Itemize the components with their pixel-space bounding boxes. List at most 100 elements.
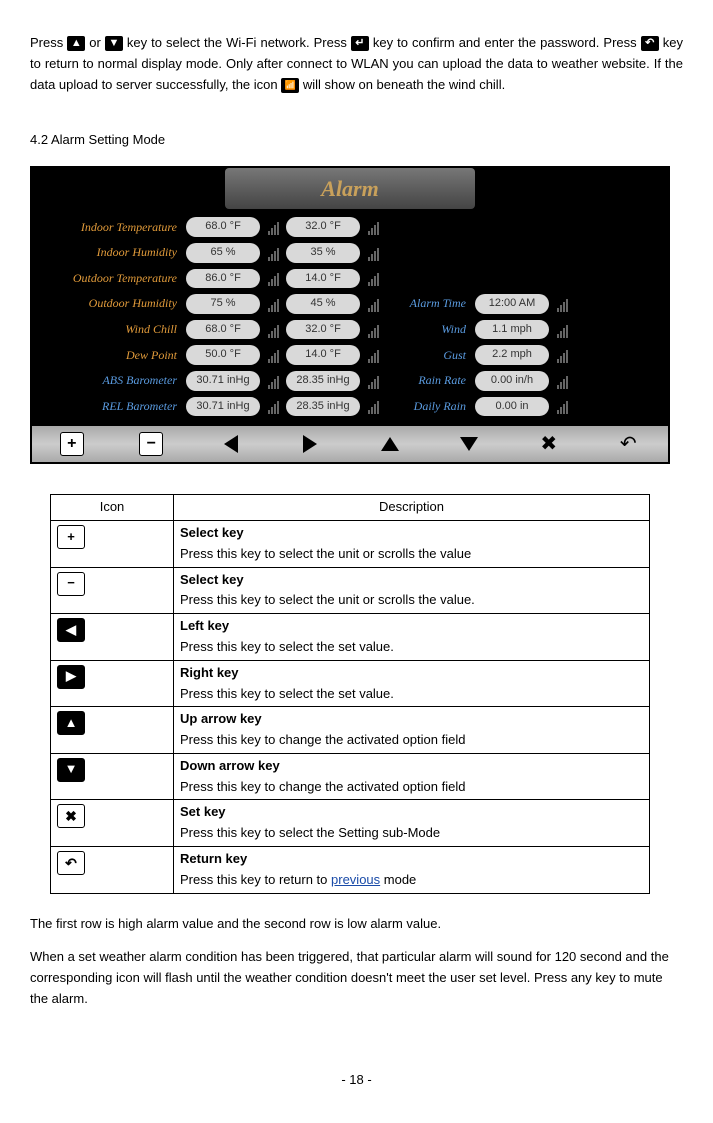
alarm-high-value[interactable]: 65 % [186, 243, 260, 263]
table-row: ↶ Return key Press this key to return to p… [51, 847, 650, 894]
intro-t6: will show on beneath the wind chill. [303, 77, 505, 92]
row-text-pre: Press this key to return to [180, 872, 331, 887]
row-title: Up arrow key [180, 711, 262, 726]
alarm-label: Outdoor Temperature [42, 269, 181, 288]
alarm-right-value[interactable]: 12:00 AM [475, 294, 549, 314]
row-title: Return key [180, 851, 247, 866]
alarm-right-value[interactable]: 0.00 in [475, 397, 549, 417]
alarm-right-label: Rain Rate [396, 371, 470, 390]
alarm-high-value[interactable]: 68.0 °F [186, 217, 260, 237]
row-text-post: mode [380, 872, 416, 887]
alarm-right-value[interactable]: 1.1 mph [475, 320, 549, 340]
down-arrow-icon: ▼ [105, 36, 123, 51]
row-icon-cell: ▲ [51, 707, 174, 754]
alarm-high-value[interactable]: 30.71 inHg [186, 371, 260, 391]
up-arrow-icon: ▲ [67, 36, 85, 51]
row-text: Press this key to change the activated o… [180, 779, 465, 794]
alarm-row: Dew Point 50.0 °F 14.0 °F Gust 2.2 mph [42, 345, 658, 365]
alarm-low-value[interactable]: 32.0 °F [286, 320, 360, 340]
alarm-high-value[interactable]: 50.0 °F [186, 345, 260, 365]
row-icon-cell: + [51, 520, 174, 567]
alarm-screen: Alarm Indoor Temperature 68.0 °F 32.0 °F In… [30, 166, 670, 464]
table-row: ◀ Left key Press this key to select the se… [51, 614, 650, 661]
row-link[interactable]: previous [331, 872, 380, 887]
alarm-right-label: Daily Rain [396, 397, 470, 416]
row-icon-cell: ◀ [51, 614, 174, 661]
row-desc-cell: Right keyPress this key to select the se… [174, 660, 650, 707]
row-title: Left key [180, 618, 229, 633]
signal-icon [365, 296, 381, 312]
alarm-row: Outdoor Temperature 86.0 °F 14.0 °F [42, 269, 658, 289]
down-button[interactable] [457, 433, 481, 455]
row-desc-cell: Select keyPress this key to select the u… [174, 520, 650, 567]
signal-icon [365, 373, 381, 389]
table-head-description: Description [174, 495, 650, 521]
alarm-row: Outdoor Humidity75 %45 %Alarm Time12:00 … [42, 294, 658, 314]
table-row: −Select keyPress this key to select the … [51, 567, 650, 614]
table-row: +Select keyPress this key to select the … [51, 520, 650, 567]
alarm-high-value[interactable]: 75 % [186, 294, 260, 314]
intro-t1: Press [30, 35, 67, 50]
signal-icon [554, 347, 570, 363]
alarm-low-value[interactable]: 35 % [286, 243, 360, 263]
signal-icon [554, 398, 570, 414]
outro-p1: The first row is high alarm value and th… [30, 914, 683, 935]
enter-icon: ↵ [351, 36, 369, 51]
return-button[interactable]: ↶ [616, 433, 640, 455]
outro-p2: When a set weather alarm condition has b… [30, 947, 683, 1009]
row-desc-cell: Left key Press this key to select the set… [174, 614, 650, 661]
alarm-label: Indoor Humidity [42, 243, 181, 262]
alarm-right-value[interactable]: 0.00 in/h [475, 371, 549, 391]
row-text: Press this key to change the activated o… [180, 732, 465, 747]
section-heading: 4.2 Alarm Setting Mode [30, 130, 683, 151]
row-text: Press this key to select the set value. [180, 639, 394, 654]
alarm-right-label: Gust [396, 346, 470, 365]
alarm-title: Alarm [225, 168, 475, 209]
signal-icon [365, 398, 381, 414]
row-icon-cell: ▼ [51, 753, 174, 800]
row-icon-cell: ▶ [51, 660, 174, 707]
row-desc-cell: Select keyPress this key to select the u… [174, 567, 650, 614]
table-row: ✖Set keyPress this key to select the Set… [51, 800, 650, 847]
alarm-high-value[interactable]: 30.71 inHg [186, 397, 260, 417]
alarm-label: REL Barometer [42, 397, 181, 416]
alarm-low-value[interactable]: 32.0 °F [286, 217, 360, 237]
signal-icon [365, 270, 381, 286]
row-title: Set key [180, 804, 226, 819]
alarm-low-value[interactable]: 28.35 inHg [286, 397, 360, 417]
alarm-row: ABS Barometer30.71 inHg28.35 inHgRain Ra… [42, 371, 658, 391]
alarm-high-value[interactable]: 68.0 °F [186, 320, 260, 340]
row-desc-cell: Return key Press this key to return to pr… [174, 847, 650, 894]
alarm-high-value[interactable]: 86.0 °F [186, 269, 260, 289]
signal-icon [265, 347, 281, 363]
alarm-right-value[interactable]: 2.2 mph [475, 345, 549, 365]
plus-button[interactable]: + [60, 433, 84, 455]
row-text: Press this key to select the Setting sub… [180, 825, 440, 840]
minus-button[interactable]: − [139, 433, 163, 455]
alarm-low-value[interactable]: 28.35 inHg [286, 371, 360, 391]
signal-icon [265, 398, 281, 414]
alarm-low-value[interactable]: 45 % [286, 294, 360, 314]
signal-icon [365, 219, 381, 235]
signal-icon [365, 245, 381, 261]
alarm-label: Dew Point [42, 346, 181, 365]
left-button[interactable] [219, 433, 243, 455]
row-icon-cell: ↶ [51, 847, 174, 894]
alarm-low-value[interactable]: 14.0 °F [286, 345, 360, 365]
settings-button[interactable]: ✖ [537, 433, 561, 455]
alarm-right-label: Wind [396, 320, 470, 339]
intro-t4: key to confirm and enter the password. P… [373, 35, 641, 50]
alarm-label: Indoor Temperature [42, 218, 181, 237]
signal-icon [554, 296, 570, 312]
signal-icon [265, 322, 281, 338]
alarm-low-value[interactable]: 14.0 °F [286, 269, 360, 289]
row-desc-cell: Set key Press this key to select the Sett… [174, 800, 650, 847]
intro-t3: key to select the Wi-Fi network. Press [127, 35, 351, 50]
page-number: - 18 - [30, 1070, 683, 1091]
right-button[interactable] [298, 433, 322, 455]
signal-icon [554, 322, 570, 338]
return-icon: ↶ [641, 36, 659, 51]
up-button[interactable] [378, 433, 402, 455]
row-title: Select key [180, 572, 244, 587]
alarm-label: Outdoor Humidity [42, 294, 181, 313]
